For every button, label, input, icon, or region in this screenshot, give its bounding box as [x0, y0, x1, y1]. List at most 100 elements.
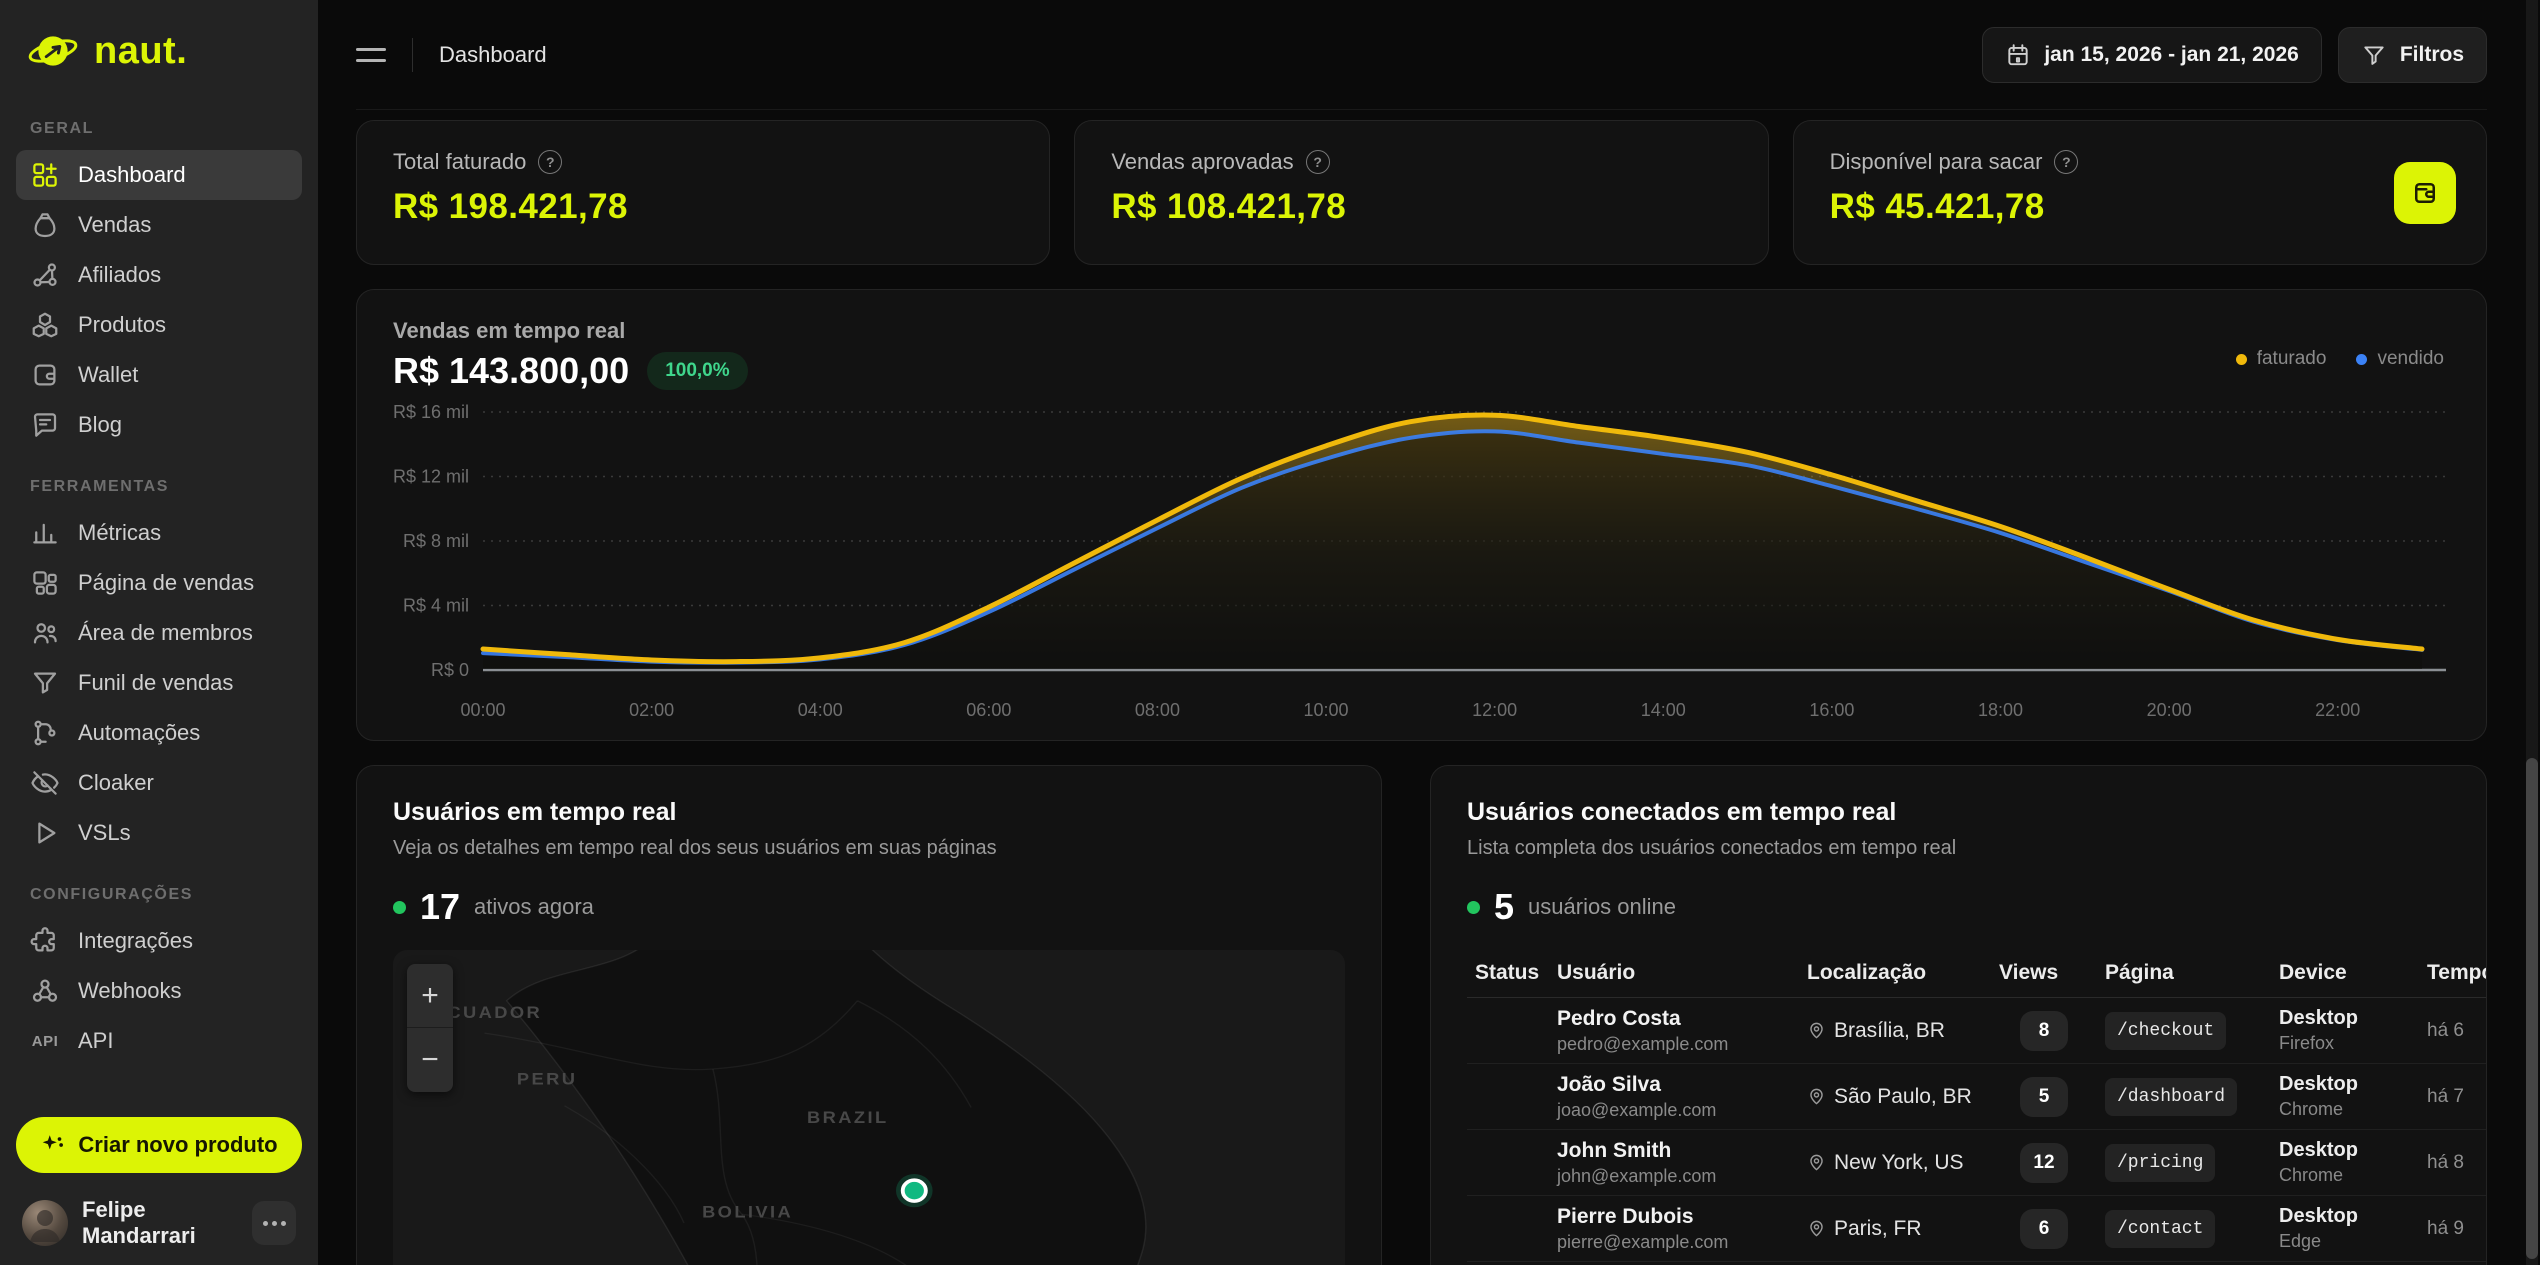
webhooks-icon [30, 976, 60, 1006]
user-name: Pedro Costa [1557, 1007, 1799, 1031]
date-range-picker[interactable]: jan 15, 2026 - jan 21, 2026 [1982, 27, 2322, 83]
user-menu-button[interactable] [252, 1201, 296, 1245]
sidebar-item-afiliados[interactable]: Afiliados [16, 250, 302, 300]
sidebar-item-metricas[interactable]: Métricas [16, 508, 302, 558]
withdraw-button[interactable] [2394, 162, 2456, 224]
legend-item-faturado[interactable]: faturado [2236, 348, 2327, 370]
membros-icon [30, 618, 60, 648]
map-zoom-out-button[interactable]: − [407, 1028, 453, 1092]
vendido-area [483, 431, 2422, 669]
user-email: joao@example.com [1557, 1100, 1799, 1121]
stat-card-total-faturado: Total faturado ? R$ 198.421,78 [356, 120, 1050, 265]
metricas-icon [30, 518, 60, 548]
x-axis-label: 22:00 [2315, 700, 2360, 720]
sidebar-item-produtos[interactable]: Produtos [16, 300, 302, 350]
stat-label: Vendas aprovadas [1111, 149, 1293, 175]
help-icon[interactable]: ? [2054, 150, 2078, 174]
sidebar-item-label: API [78, 1028, 113, 1054]
topbar: Dashboard jan 15, 2026 - jan 21, 2026 Fi… [356, 0, 2487, 110]
x-axis-label: 06:00 [966, 700, 1011, 720]
sidebar-item-automacoes[interactable]: Automações [16, 708, 302, 758]
filter-icon [2361, 42, 2387, 68]
sidebar-item-dashboard[interactable]: Dashboard [16, 150, 302, 200]
sidebar-item-pagina-de-vendas[interactable]: Página de vendas [16, 558, 302, 608]
filters-button[interactable]: Filtros [2338, 27, 2487, 83]
sales-area-chart[interactable]: R$ 0R$ 4 milR$ 8 milR$ 12 milR$ 16 mil00… [393, 396, 2452, 726]
time-ago: há 7 [2419, 1086, 2487, 1108]
stat-value: R$ 108.421,78 [1111, 187, 1731, 227]
views-badge: 5 [2020, 1077, 2068, 1117]
user-name: Pierre Dubois [1557, 1205, 1799, 1229]
column-header-views: Views [1991, 961, 2097, 985]
filters-label: Filtros [2400, 43, 2464, 67]
map-zoom-control: + − [407, 964, 453, 1092]
user-location-marker[interactable] [903, 1180, 926, 1201]
date-range-label: jan 15, 2026 - jan 21, 2026 [2044, 43, 2299, 67]
sidebar-item-label: Blog [78, 412, 122, 438]
x-axis-label: 18:00 [1978, 700, 2023, 720]
sidebar-item-cloaker[interactable]: Cloaker [16, 758, 302, 808]
x-axis-label: 08:00 [1135, 700, 1180, 720]
sidebar-item-vendas[interactable]: Vendas [16, 200, 302, 250]
sidebar-item-integracoes[interactable]: Integrações [16, 916, 302, 966]
stats-row: Total faturado ? R$ 198.421,78 Vendas ap… [356, 120, 2487, 265]
page-badge: /pricing [2105, 1144, 2215, 1182]
realtime-users-panel: Usuários em tempo real Veja os detalhes … [356, 765, 1382, 1265]
help-icon[interactable]: ? [1306, 150, 1330, 174]
legend-dot [2356, 354, 2367, 365]
location-pin-icon [1807, 1087, 1826, 1106]
stat-card-vendas-aprovadas: Vendas aprovadas ? R$ 108.421,78 [1074, 120, 1768, 265]
online-dot [1467, 901, 1480, 914]
menu-icon[interactable] [356, 48, 386, 62]
vsls-icon [30, 818, 60, 848]
sidebar-item-webhooks[interactable]: Webhooks [16, 966, 302, 1016]
sidebar-section-label: FERRAMENTAS [30, 478, 302, 496]
x-axis-label: 20:00 [2147, 700, 2192, 720]
scrollbar-thumb[interactable] [2526, 758, 2538, 1259]
sidebar-item-label: Afiliados [78, 262, 161, 288]
views-badge: 6 [2020, 1209, 2068, 1249]
afiliados-icon [30, 260, 60, 290]
sidebar-item-api[interactable]: APIAPI [16, 1016, 302, 1066]
table-row: João Silvajoao@example.comSão Paulo, BR5… [1467, 1064, 2487, 1130]
legend-item-vendido[interactable]: vendido [2356, 348, 2444, 370]
divider [412, 38, 413, 72]
location-pin-icon [1807, 1153, 1826, 1172]
map-label-bolivia: BOLIVIA [702, 1203, 793, 1222]
logo[interactable]: naut. [0, 0, 318, 84]
sidebar-item-area-de-membros[interactable]: Área de membros [16, 608, 302, 658]
create-product-button[interactable]: Criar novo produto [16, 1117, 302, 1173]
column-header-status: Status [1467, 961, 1549, 985]
page-scrollbar[interactable] [2526, 0, 2538, 1265]
sidebar-item-vsls[interactable]: VSLs [16, 808, 302, 858]
chart-percent-badge: 100,0% [647, 352, 747, 390]
user-name: Felipe Mandarrari [82, 1197, 238, 1249]
location-pin-icon [1807, 1021, 1826, 1040]
connected-users-table: StatusUsuárioLocalizaçãoViewsPáginaDevic… [1467, 948, 2487, 1265]
sidebar-item-blog[interactable]: Blog [16, 400, 302, 450]
sidebar-item-label: Página de vendas [78, 570, 254, 596]
location-pin-icon [1807, 1219, 1826, 1238]
pagina-icon [30, 568, 60, 598]
sidebar-item-wallet[interactable]: Wallet [16, 350, 302, 400]
chart-legend: faturado vendido [2236, 348, 2444, 370]
world-map[interactable]: + − ECUADOR PERU BRAZIL BOLIVIA [393, 950, 1345, 1265]
panel-subtitle: Veja os detalhes em tempo real dos seus … [393, 837, 1345, 860]
automacoes-icon [30, 718, 60, 748]
wallet-icon [30, 360, 60, 390]
online-count: 5 [1494, 886, 1514, 928]
device-browser: Chrome [2271, 1099, 2419, 1120]
create-product-label: Criar novo produto [78, 1132, 277, 1158]
active-count: 17 [420, 886, 460, 928]
vendas-icon [30, 210, 60, 240]
chart-value: R$ 143.800,00 [393, 350, 629, 392]
sidebar-item-funil-de-vendas[interactable]: Funil de vendas [16, 658, 302, 708]
help-icon[interactable]: ? [538, 150, 562, 174]
legend-dot [2236, 354, 2247, 365]
sidebar-item-label: Dashboard [78, 162, 186, 188]
integracoes-icon [30, 926, 60, 956]
avatar[interactable] [22, 1200, 68, 1246]
map-zoom-in-button[interactable]: + [407, 964, 453, 1028]
user-location: São Paulo, BR [1834, 1085, 1972, 1109]
online-dot [393, 901, 406, 914]
